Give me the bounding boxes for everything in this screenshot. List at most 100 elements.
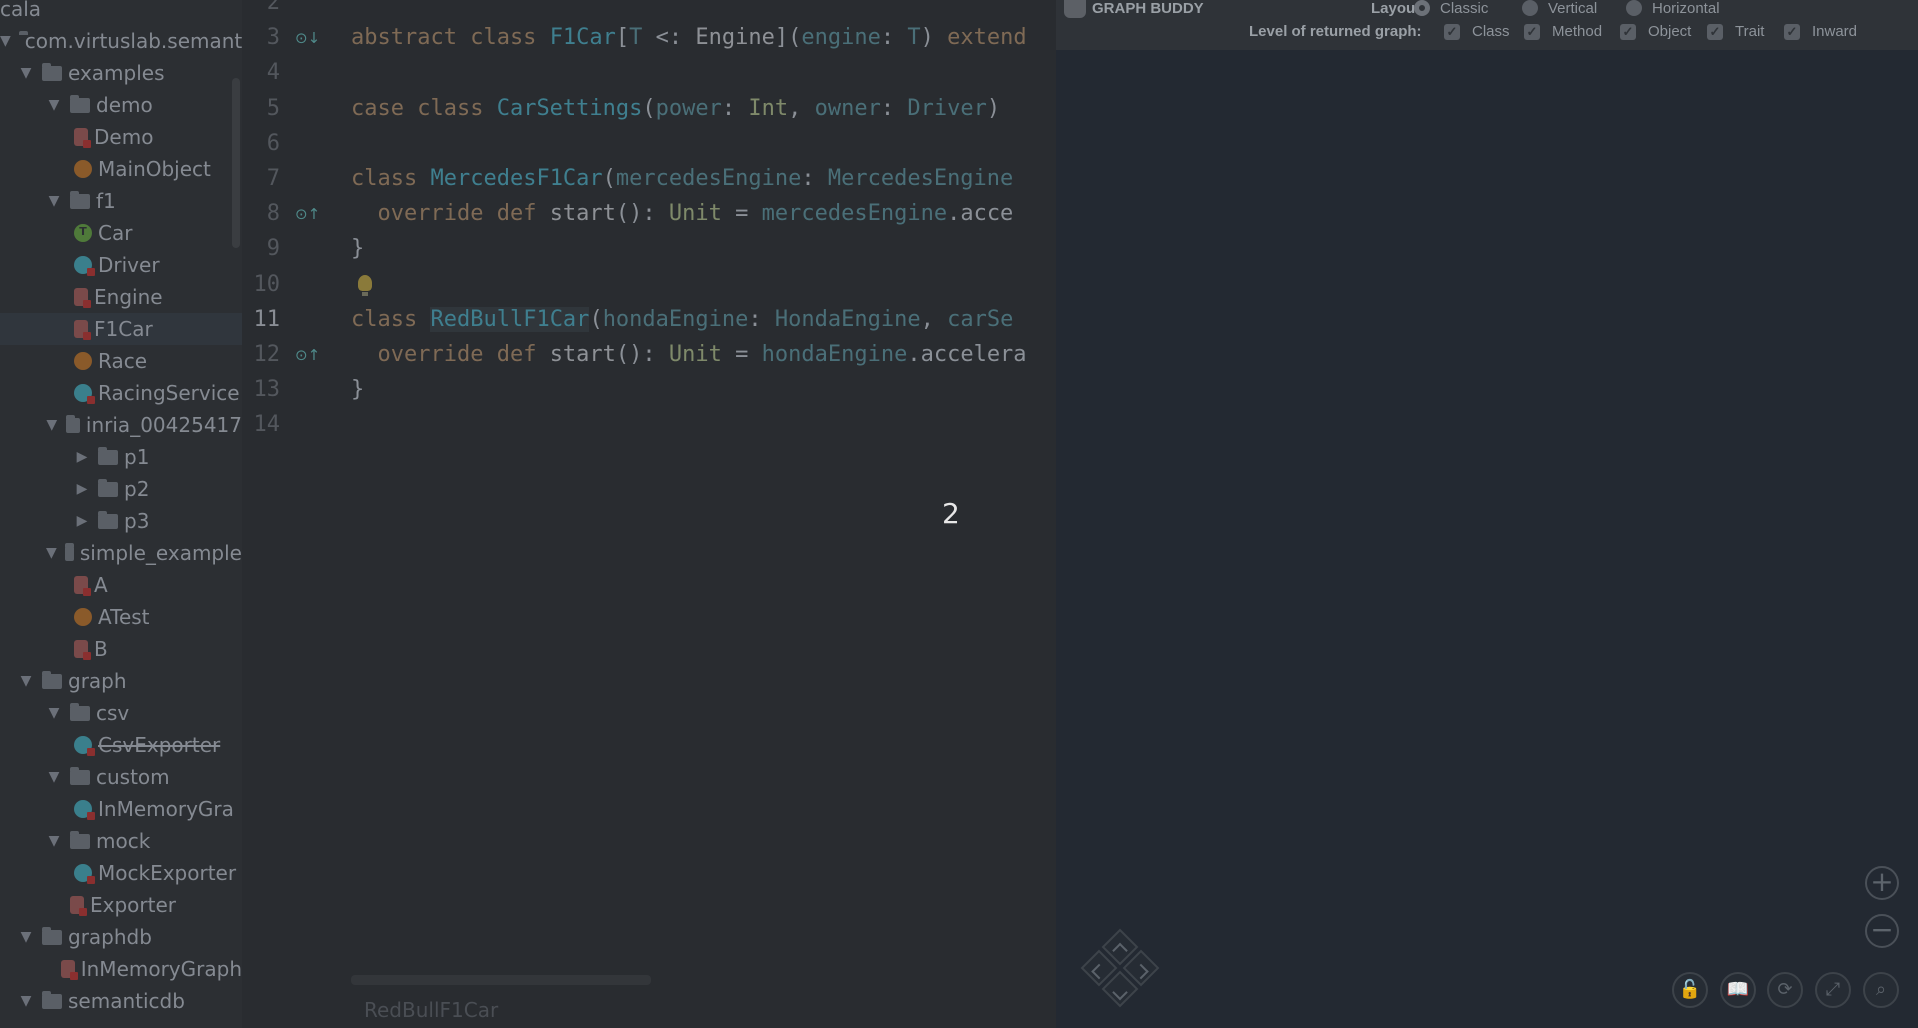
unlock-button[interactable]: 🔓 — [1672, 972, 1708, 1008]
level-option-label: Trait — [1735, 23, 1765, 40]
chevron-down-icon[interactable]: ▼ — [46, 769, 62, 785]
tree-item[interactable]: ▼ demo — [0, 89, 242, 121]
code-token: MercedesEngine — [827, 166, 1014, 191]
layout-radio-classic[interactable] — [1414, 0, 1430, 16]
layout-radio-vertical[interactable] — [1522, 0, 1538, 16]
object-icon — [74, 352, 92, 370]
level-checkbox-trait[interactable]: ✓ — [1707, 24, 1723, 40]
code-line[interactable]: override def start(): Unit = mercedesEng… — [351, 201, 1014, 226]
tree-item[interactable]: B — [0, 633, 242, 665]
chevron-down-icon[interactable]: ▼ — [46, 193, 62, 209]
code-line[interactable]: class RedBullF1Car(hondaEngine: HondaEng… — [351, 306, 1013, 332]
override-marker-icon[interactable]: ⊙↑ — [295, 205, 320, 223]
tree-item[interactable]: ▼ csv — [0, 697, 242, 729]
trait-icon — [74, 224, 92, 242]
zoom-in-button[interactable]: + — [1865, 866, 1899, 900]
code-token: : — [801, 166, 828, 191]
level-option-label: Class — [1472, 23, 1510, 40]
tree-item[interactable]: ▶ p2 — [0, 473, 242, 505]
code-line[interactable]: override def start(): Unit = hondaEngine… — [351, 342, 1027, 367]
folder-icon — [70, 94, 90, 113]
lightbulb-icon[interactable] — [358, 275, 372, 296]
code-line[interactable]: class MercedesF1Car(mercedesEngine: Merc… — [351, 166, 1013, 191]
tree-item[interactable]: Race — [0, 345, 242, 377]
chevron-right-icon[interactable]: ▶ — [74, 513, 90, 529]
tree-item[interactable]: Car — [0, 217, 242, 249]
tree-item[interactable]: InMemoryGra — [0, 793, 242, 825]
chevron-down-icon[interactable]: ▼ — [0, 33, 11, 49]
level-checkbox-inward[interactable]: ✓ — [1784, 24, 1800, 40]
tree-item[interactable]: ▼ f1 — [0, 185, 242, 217]
tree-item-label: examples — [68, 61, 165, 85]
tree-item[interactable]: ▼ graphdb — [0, 921, 242, 953]
code-line[interactable]: } — [351, 236, 364, 261]
tree-item[interactable]: InMemoryGraph — [0, 953, 242, 985]
tree-item[interactable]: MockExporter — [0, 857, 242, 889]
code-editor[interactable]: 2 3 4 5 6 7 8 9 10 11 12 13 14 ⊙↓ ⊙↑ ⊙↑ abstract class … — [242, 0, 1056, 1028]
chevron-down-icon[interactable]: ▼ — [18, 993, 34, 1009]
chevron-down-icon[interactable]: ▼ — [46, 417, 58, 433]
override-marker-icon[interactable]: ⊙↑ — [295, 346, 320, 364]
tree-item[interactable]: ▼ mock — [0, 825, 242, 857]
tree-item[interactable]: ▼ semanticdb — [0, 985, 242, 1017]
tree-item[interactable]: RacingService — [0, 377, 242, 409]
tree-item[interactable]: Engine — [0, 281, 242, 313]
tree-item[interactable]: ▼ graph — [0, 665, 242, 697]
tree-item[interactable]: ▼ custom — [0, 761, 242, 793]
folder-icon — [42, 62, 62, 81]
code-line[interactable]: case class CarSettings(power: Int, owner… — [351, 96, 1000, 121]
tree-item-label: RacingService — [98, 381, 240, 405]
tree-item[interactable]: ▶ p1 — [0, 441, 242, 473]
code-token: T — [907, 25, 921, 51]
tree-item-label: Exporter — [90, 893, 176, 917]
implemented-marker-icon[interactable]: ⊙↓ — [295, 29, 320, 47]
horizontal-scrollbar[interactable] — [351, 975, 651, 985]
code-line[interactable]: abstract class F1Car[T <: Engine](engine… — [351, 25, 1027, 50]
tree-item[interactable]: Demo — [0, 121, 242, 153]
expand-button[interactable]: ⤢ — [1815, 972, 1851, 1008]
tree-item[interactable]: ▶ p3 — [0, 505, 242, 537]
zoom-out-button[interactable]: − — [1865, 914, 1899, 948]
tree-item[interactable]: ▼ examples — [0, 57, 242, 89]
tree-item[interactable]: cala — [0, 0, 242, 25]
tree-item[interactable]: ▼ inria_00425417 — [0, 409, 242, 441]
level-checkbox-object[interactable]: ✓ — [1620, 24, 1636, 40]
chevron-down-icon[interactable]: ▼ — [18, 65, 34, 81]
code-token: (): — [615, 342, 669, 367]
level-checkbox-method[interactable]: ✓ — [1524, 24, 1540, 40]
tree-item[interactable]: ATest — [0, 601, 242, 633]
breadcrumb[interactable]: RedBullF1Car — [364, 998, 498, 1022]
line-number: 9 — [266, 236, 280, 262]
chevron-down-icon[interactable]: ▼ — [18, 929, 34, 945]
chevron-right-icon[interactable]: ▶ — [74, 481, 90, 497]
tree-item[interactable]: ▼ simple_example — [0, 537, 242, 569]
search-refresh-button[interactable]: ⌕ — [1863, 972, 1899, 1008]
tree-item[interactable]: CsvExporter — [0, 729, 242, 761]
tree-item-label: MainObject — [98, 157, 211, 181]
tree-item[interactable]: Exporter — [0, 889, 242, 921]
tree-scrollbar[interactable] — [232, 78, 240, 248]
tree-item[interactable]: Driver — [0, 249, 242, 281]
level-checkbox-class[interactable]: ✓ — [1444, 24, 1460, 40]
chevron-down-icon[interactable]: ▼ — [46, 545, 57, 561]
graph-buddy-panel[interactable]: GRAPH BUDDY Layout: Classic Vertical Horiz… — [1056, 0, 1918, 1028]
chevron-down-icon[interactable]: ▼ — [46, 97, 62, 113]
chevron-right-icon[interactable]: ▶ — [74, 449, 90, 465]
tree-item[interactable]: MainObject — [0, 153, 242, 185]
tree-item-label: demo — [96, 93, 153, 117]
code-token: HondaEngine — [774, 306, 921, 332]
chevron-down-icon[interactable]: ▼ — [18, 673, 34, 689]
layout-radio-horizontal[interactable] — [1626, 0, 1642, 16]
chevron-down-icon[interactable]: ▼ — [46, 705, 62, 721]
refresh-button[interactable]: ⟳ — [1767, 972, 1803, 1008]
code-token: engine — [801, 25, 881, 51]
tree-item[interactable]: F1Car — [0, 313, 242, 345]
book-button[interactable]: 📖 — [1720, 972, 1756, 1008]
tree-item[interactable]: A — [0, 569, 242, 601]
code-token: ) — [986, 95, 1001, 121]
chevron-down-icon[interactable]: ▼ — [46, 833, 62, 849]
object-icon — [74, 608, 92, 626]
tree-item[interactable]: ▼ com.virtuslab.semanti — [0, 25, 242, 57]
graph-toolbar: GRAPH BUDDY Layout: Classic Vertical Horiz… — [1056, 0, 1918, 50]
code-line[interactable]: } — [351, 377, 364, 402]
